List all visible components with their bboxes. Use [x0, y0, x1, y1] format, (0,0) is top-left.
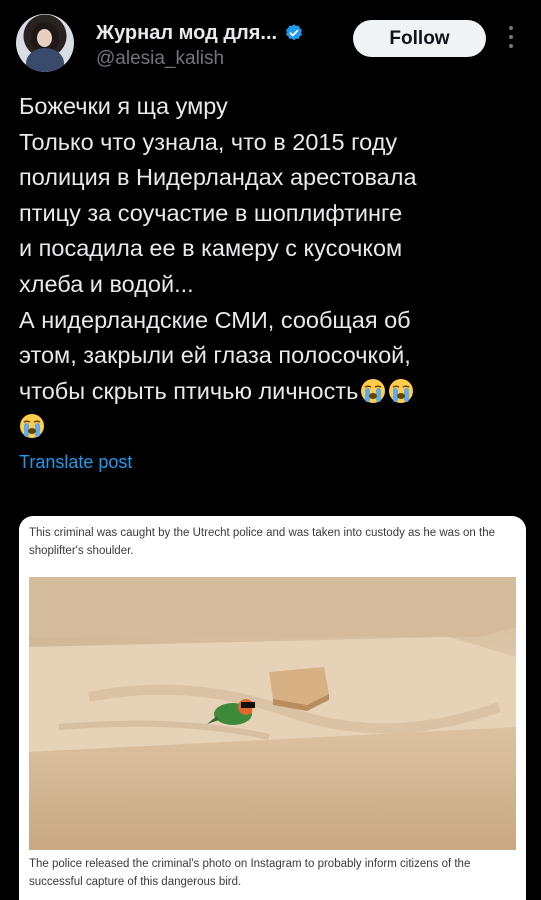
avatar-body: [26, 48, 64, 72]
translate-post-link[interactable]: Translate post: [19, 452, 132, 473]
more-vertical-icon[interactable]: [503, 26, 519, 52]
more-dot: [509, 44, 513, 48]
avatar[interactable]: [16, 14, 74, 72]
tweet-line: полиция в Нидерландах арестовала: [19, 164, 417, 191]
crying-face-emoji-icon: [389, 378, 414, 403]
tweet-line: хлеба и водой...: [19, 270, 194, 297]
media-caption-bottom: The police released the criminal's photo…: [29, 858, 471, 888]
bread-piece: [269, 667, 329, 711]
verified-badge-icon: [286, 24, 303, 41]
author-display-name[interactable]: Журнал мод для...: [96, 22, 277, 45]
more-dot: [509, 35, 513, 39]
tweet-header: Журнал мод для... @alesia_kalish Follow: [0, 0, 541, 90]
tweet-media-image[interactable]: This criminal was caught by the Utrecht …: [19, 516, 526, 900]
crying-face-emoji-icon: [20, 414, 44, 439]
tweet-line: Только что узнала, что в 2015 году: [19, 128, 398, 155]
author-name-row[interactable]: Журнал мод для...: [96, 20, 304, 46]
tweet-line: чтобы скрыть птичью личность: [19, 377, 359, 404]
tweet-line: птицу за соучастие в шоплифтинге: [19, 199, 403, 226]
more-dot: [509, 26, 513, 30]
tweet-line: этом, закрыли ей глаза полосочкой,: [19, 342, 411, 369]
crying-face-emoji-icon: [361, 378, 386, 403]
follow-button[interactable]: Follow: [353, 20, 486, 57]
lovebird-in-cell-photo: [29, 577, 516, 850]
tweet-line: А нидерландские СМИ, сообщая об: [19, 306, 411, 333]
tweet-line: Божечки я ща умру: [19, 93, 228, 119]
media-caption-top: This criminal was caught by the Utrecht …: [29, 527, 495, 557]
tweet-text: Божечки я ща умру Только что узнала, что…: [19, 89, 524, 445]
author-handle[interactable]: @alesia_kalish: [96, 48, 224, 70]
tweet-line: и посадила ее в камеру с кусочком: [19, 235, 403, 262]
avatar-face: [37, 29, 52, 47]
